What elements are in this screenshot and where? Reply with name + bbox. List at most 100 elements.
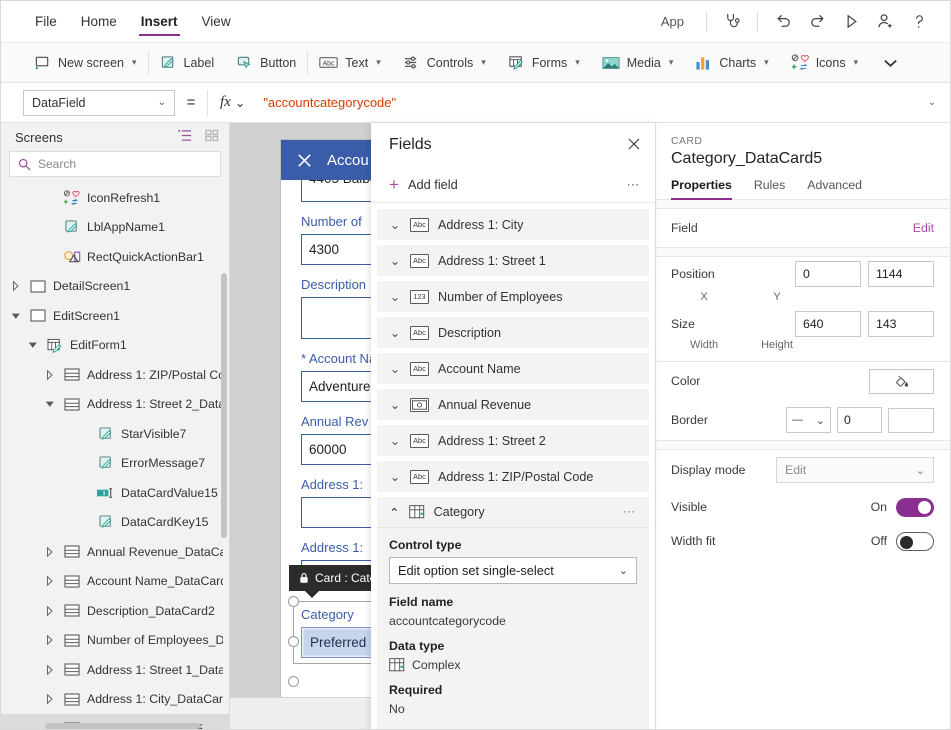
- chevron-down-icon[interactable]: [26, 341, 40, 349]
- tree-node[interactable]: Address 1: Street 2_DataCar: [1, 390, 229, 420]
- resize-handle-bottom-left[interactable]: [288, 676, 299, 687]
- tree-node[interactable]: Description_DataCard2: [1, 596, 229, 626]
- tree-node[interactable]: Address 1: City_DataCard2: [1, 685, 229, 715]
- field-row[interactable]: ⌄AbcAddress 1: City: [377, 209, 649, 240]
- chevron-down-icon[interactable]: [43, 400, 57, 408]
- ribbon-icons-group[interactable]: Icons ▾: [780, 43, 869, 83]
- tree-node[interactable]: EditScreen1: [1, 301, 229, 331]
- share-user-icon[interactable]: [868, 7, 902, 37]
- formula-expand-icon[interactable]: ⌄: [914, 97, 950, 108]
- chevron-down-icon[interactable]: ⌄: [389, 433, 401, 448]
- resize-handle-top-left[interactable]: [288, 596, 299, 607]
- border-style-select[interactable]: — ⌄: [786, 407, 831, 433]
- ribbon-label-control[interactable]: Label: [149, 43, 226, 83]
- property-selector[interactable]: DataField ⌄: [23, 90, 175, 116]
- tree-search-box[interactable]: Search: [9, 151, 221, 177]
- expanded-field-header[interactable]: ⌃Category⋯: [377, 497, 649, 528]
- border-width-input[interactable]: 0: [837, 407, 882, 433]
- tab-advanced[interactable]: Advanced: [807, 178, 862, 199]
- fields-list[interactable]: ⌄AbcAddress 1: City ⌄AbcAddress 1: Street…: [371, 203, 655, 730]
- tree-node[interactable]: EditForm1: [1, 331, 229, 361]
- chevron-right-icon[interactable]: [9, 281, 23, 291]
- menu-item-insert[interactable]: Insert: [129, 8, 190, 35]
- ribbon-text-group[interactable]: Abc Text ▾: [308, 43, 391, 83]
- tree-node[interactable]: DataCardValue15: [1, 478, 229, 508]
- color-picker-button[interactable]: [869, 369, 934, 394]
- help-icon[interactable]: [902, 7, 936, 37]
- tree-node[interactable]: StarVisible7: [1, 419, 229, 449]
- tree-vertical-scrollbar[interactable]: [221, 273, 227, 538]
- tree-node[interactable]: LblAppName1: [1, 213, 229, 243]
- chevron-right-icon[interactable]: [43, 694, 57, 704]
- visible-toggle[interactable]: [896, 498, 934, 517]
- thumbnail-view-icon[interactable]: [205, 129, 219, 145]
- width-fit-toggle[interactable]: [896, 532, 934, 551]
- chevron-down-icon[interactable]: ⌄: [389, 325, 401, 340]
- add-field-button[interactable]: + Add field ⋯: [371, 167, 655, 203]
- fx-button[interactable]: fx ⌄: [207, 90, 255, 116]
- field-row[interactable]: ⌄AbcAccount Name: [377, 353, 649, 384]
- chevron-down-icon[interactable]: ⌄: [389, 253, 401, 268]
- tree-node[interactable]: ErrorMessage7: [1, 449, 229, 479]
- chevron-right-icon[interactable]: [43, 635, 57, 645]
- position-x-input[interactable]: 0: [795, 261, 861, 287]
- chevron-right-icon[interactable]: [43, 576, 57, 586]
- formula-input[interactable]: "accountcategorycode": [255, 95, 913, 110]
- tree-node[interactable]: Address 1: ZIP/Postal Code_: [1, 360, 229, 390]
- tree-node[interactable]: DataCardKey15: [1, 508, 229, 538]
- menu-item-file[interactable]: File: [23, 8, 69, 35]
- tree-node[interactable]: Account Name_DataCard2: [1, 567, 229, 597]
- menu-item-view[interactable]: View: [190, 8, 243, 35]
- chevron-right-icon[interactable]: [43, 370, 57, 380]
- chevron-down-icon[interactable]: ⌄: [389, 397, 401, 412]
- display-mode-select[interactable]: Edit ⌄: [776, 457, 934, 483]
- chevron-up-icon[interactable]: ⌃: [389, 505, 400, 520]
- field-edit-link[interactable]: Edit: [913, 221, 934, 235]
- tab-properties[interactable]: Properties: [671, 178, 732, 199]
- redo-icon[interactable]: [800, 7, 834, 37]
- app-checker-icon[interactable]: [715, 7, 749, 37]
- menu-item-home[interactable]: Home: [69, 8, 129, 35]
- tree-view-icon[interactable]: [178, 129, 193, 145]
- tree-horizontal-scrollbar[interactable]: [45, 723, 200, 729]
- app-scope-label[interactable]: App: [647, 14, 698, 29]
- size-height-input[interactable]: 143: [868, 311, 934, 337]
- control-type-select[interactable]: Edit option set single-select⌄: [389, 557, 637, 584]
- ribbon-forms-group[interactable]: Forms ▾: [497, 43, 591, 83]
- size-width-input[interactable]: 640: [795, 311, 861, 337]
- field-row[interactable]: ⌄AbcAddress 1: ZIP/Postal Code: [377, 461, 649, 492]
- chevron-down-icon[interactable]: [9, 312, 23, 320]
- tree-node[interactable]: RectQuickActionBar1: [1, 242, 229, 272]
- tree-node-list[interactable]: IconRefresh1LblAppName1RectQuickActionBa…: [1, 181, 229, 730]
- ribbon-overflow-button[interactable]: [869, 43, 912, 83]
- play-preview-icon[interactable]: [834, 7, 868, 37]
- ribbon-button-control[interactable]: Button: [225, 43, 307, 83]
- chevron-down-icon[interactable]: ⌄: [389, 217, 401, 232]
- chevron-right-icon[interactable]: [43, 606, 57, 616]
- field-row[interactable]: ⌄AbcAddress 1: Street 1: [377, 245, 649, 276]
- tree-node[interactable]: Address 1: Street 1_DataCar: [1, 655, 229, 685]
- field-row[interactable]: ⌄AbcDescription: [377, 317, 649, 348]
- tree-node[interactable]: IconRefresh1: [1, 183, 229, 213]
- chevron-down-icon[interactable]: ⌄: [389, 289, 401, 304]
- chevron-right-icon[interactable]: [43, 665, 57, 675]
- field-row[interactable]: ⌄Annual Revenue: [377, 389, 649, 420]
- undo-icon[interactable]: [766, 7, 800, 37]
- tree-node[interactable]: Number of Employees_Data: [1, 626, 229, 656]
- field-row[interactable]: ⌄123Number of Employees: [377, 281, 649, 312]
- position-y-input[interactable]: 1144: [868, 261, 934, 287]
- tab-rules[interactable]: Rules: [754, 178, 785, 199]
- tree-node[interactable]: DetailScreen1: [1, 272, 229, 302]
- border-color-swatch[interactable]: [888, 408, 934, 433]
- close-icon[interactable]: [627, 137, 641, 154]
- resize-handle-middle-left[interactable]: [288, 636, 299, 647]
- chevron-right-icon[interactable]: [43, 547, 57, 557]
- ellipsis-icon[interactable]: ⋯: [627, 177, 642, 193]
- ribbon-charts-group[interactable]: Charts ▾: [684, 43, 779, 83]
- field-row[interactable]: ⌄AbcAddress 1: Street 2: [377, 425, 649, 456]
- chevron-down-icon[interactable]: ⌄: [389, 361, 401, 376]
- ribbon-media-group[interactable]: Media ▾: [591, 43, 685, 83]
- ribbon-new-screen[interactable]: New screen ▾: [23, 43, 148, 83]
- ellipsis-icon[interactable]: ⋯: [623, 504, 638, 520]
- chevron-down-icon[interactable]: ⌄: [389, 469, 401, 484]
